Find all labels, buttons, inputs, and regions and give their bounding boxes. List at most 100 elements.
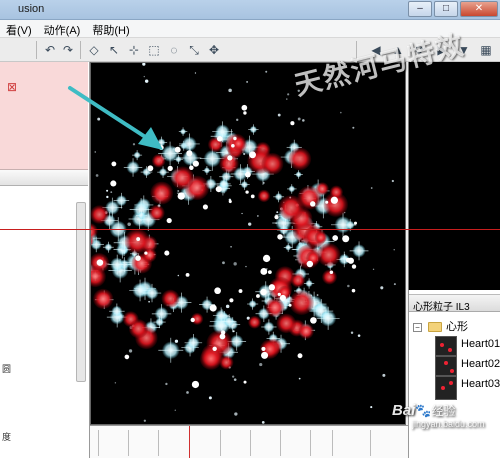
dust-particle: [132, 143, 136, 146]
window-title: usion: [18, 3, 45, 15]
dust-particle: [234, 412, 238, 416]
emitter-icon[interactable]: ⊠: [7, 80, 17, 94]
particle-library-panel: 心形粒子 IL3 − 心形 Heart01 Heart02 Heart03: [408, 290, 500, 458]
dust-particle: [393, 249, 395, 251]
white-dot-particle: [351, 264, 357, 269]
dust-particle: [393, 283, 396, 286]
red-orb-particle: [322, 269, 337, 285]
move-vertex-icon[interactable]: ⊹: [126, 42, 142, 58]
undo-icon[interactable]: ↶: [42, 42, 58, 58]
close-button[interactable]: ✕: [460, 1, 498, 17]
red-orb-particle: [290, 273, 306, 288]
dust-particle: [144, 79, 149, 83]
white-dot-particle: [110, 180, 117, 187]
white-dot-particle: [241, 104, 248, 111]
white-dot-particle: [262, 254, 271, 263]
redo-icon[interactable]: ↷: [60, 42, 76, 58]
selected-emitter-row[interactable]: ⊠: [0, 62, 88, 170]
timeline-tick: [280, 430, 281, 456]
timeline-playhead[interactable]: [189, 426, 190, 458]
dust-particle: [245, 265, 247, 268]
move-icon[interactable]: ✥: [206, 42, 222, 58]
library-item[interactable]: Heart03: [461, 378, 500, 390]
menu-view[interactable]: 看(V): [0, 20, 38, 38]
white-dot-particle: [229, 298, 234, 303]
box-icon[interactable]: ◇: [86, 42, 102, 58]
dust-particle: [257, 215, 259, 217]
dust-particle: [208, 396, 212, 400]
white-dot-particle: [238, 289, 243, 293]
white-dot-particle: [330, 196, 339, 204]
red-orb-particle: [288, 147, 312, 171]
dust-particle: [177, 274, 180, 277]
left-panel-header: [0, 170, 88, 186]
maximize-button[interactable]: □: [434, 1, 458, 17]
red-orb-particle: [276, 313, 297, 334]
dust-particle: [225, 304, 230, 309]
white-dot-particle: [249, 151, 256, 159]
dust-particle: [174, 339, 179, 343]
baidu-watermark: Bai🐾经验 jingyan.baidu.com: [392, 402, 485, 429]
minimize-button[interactable]: –: [408, 1, 432, 17]
white-dot-particle: [231, 143, 235, 148]
white-dot-particle: [174, 146, 181, 153]
dust-particle: [106, 189, 109, 192]
white-dot-particle: [214, 287, 221, 295]
side-label: 度: [2, 432, 12, 442]
dust-particle: [352, 126, 355, 129]
white-dot-particle: [277, 292, 281, 297]
select-icon[interactable]: ⬚: [146, 42, 162, 58]
red-orb-particle: [278, 195, 304, 221]
white-dot-particle: [250, 194, 255, 199]
white-dot-particle: [310, 201, 316, 207]
red-orb-particle: [289, 290, 314, 315]
library-item[interactable]: Heart01: [461, 338, 500, 350]
dust-particle: [248, 222, 252, 226]
grid-icon[interactable]: ▦: [478, 42, 494, 58]
collapse-icon[interactable]: −: [413, 322, 422, 332]
timeline[interactable]: [90, 425, 408, 458]
particle-preview: [408, 62, 500, 290]
dust-particle: [228, 88, 232, 93]
scale-icon[interactable]: ⤡: [186, 42, 202, 58]
dust-particle: [222, 261, 225, 265]
red-orb-particle: [329, 185, 343, 199]
library-folder-heart[interactable]: − 心形: [413, 318, 468, 334]
red-orb-particle: [257, 189, 271, 203]
library-item[interactable]: Heart02: [461, 358, 500, 370]
white-dot-particle: [191, 380, 200, 389]
white-dot-particle: [353, 221, 357, 225]
red-orb-particle: [124, 228, 150, 254]
dust-particle: [241, 212, 243, 215]
menu-action[interactable]: 动作(A): [38, 20, 87, 38]
lasso-icon[interactable]: ◌: [166, 42, 182, 58]
dust-particle: [95, 174, 99, 177]
paw-icon: 🐾: [415, 403, 432, 418]
dust-particle: [97, 117, 101, 121]
white-dot-particle: [190, 317, 195, 323]
timeline-tick: [332, 430, 333, 456]
white-dot-particle: [329, 270, 334, 275]
cursor-arrow-icon[interactable]: ↖: [106, 42, 122, 58]
dust-particle: [142, 63, 146, 66]
white-dot-particle: [260, 268, 268, 275]
title-bar: usion – □ ✕: [0, 0, 500, 20]
library-title: 心形粒子 IL3: [409, 294, 500, 313]
red-orb-particle: [314, 231, 327, 244]
timeline-tick: [98, 430, 99, 456]
red-orb-particle: [248, 315, 261, 329]
red-orb-particle: [148, 204, 165, 221]
dust-particle: [382, 373, 386, 377]
timeline-tick: [370, 430, 371, 456]
white-dot-particle: [279, 294, 286, 302]
folder-icon: [428, 322, 442, 333]
white-dot-particle: [297, 353, 303, 359]
red-orb-particle: [151, 154, 166, 168]
stage-viewport[interactable]: [90, 62, 406, 425]
dust-particle: [298, 377, 301, 380]
dust-particle: [94, 151, 96, 153]
heart-thumbnail: [435, 336, 457, 356]
dust-particle: [370, 187, 373, 189]
red-orb-particle: [91, 205, 109, 224]
menu-help[interactable]: 帮助(H): [86, 20, 135, 38]
